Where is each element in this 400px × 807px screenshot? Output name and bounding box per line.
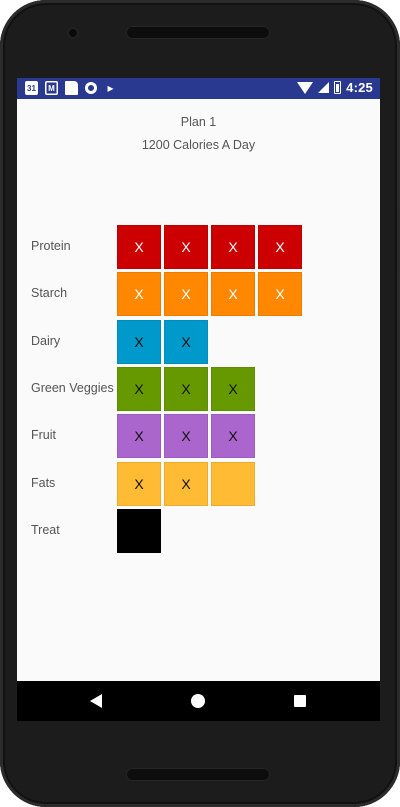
front-camera xyxy=(67,27,79,39)
serving-cells: XX xyxy=(117,461,255,506)
food-group-row: Fats X X xyxy=(17,461,380,509)
serving-cell[interactable]: X xyxy=(164,319,208,364)
serving-cell[interactable]: X xyxy=(117,366,161,411)
serving-cell[interactable]: X xyxy=(164,461,208,506)
serving-cell[interactable]: X xyxy=(211,366,255,411)
serving-cells: XXX xyxy=(117,366,255,411)
screen: 31 M ▸ 4:25 Plan 1 1200 Calories A Day P… xyxy=(17,78,380,721)
status-bar: 31 M ▸ 4:25 xyxy=(17,78,380,99)
serving-cell[interactable]: X xyxy=(211,414,255,459)
recents-icon[interactable] xyxy=(294,695,306,707)
gmail-icon: M xyxy=(45,81,58,95)
food-group-label: Protein xyxy=(31,239,71,253)
food-group-row: Dairy X X xyxy=(17,319,380,367)
home-icon[interactable] xyxy=(191,694,205,708)
serving-cells: XX xyxy=(117,319,208,364)
food-group-label: Treat xyxy=(31,522,60,537)
navigation-bar xyxy=(17,681,380,721)
serving-cells: XXXX xyxy=(117,272,302,317)
serving-cell[interactable]: X xyxy=(211,272,255,317)
food-group-label: Fats xyxy=(31,475,56,490)
serving-cell[interactable]: X xyxy=(117,319,161,364)
serving-cells: XXX xyxy=(117,414,255,459)
sd-card-icon xyxy=(65,81,78,95)
signal-icon xyxy=(318,82,330,93)
serving-cell[interactable]: X xyxy=(117,414,161,459)
food-group-row: Fruit X X X xyxy=(17,414,380,461)
plan-subtitle: 1200 Calories A Day xyxy=(141,138,256,152)
serving-cell[interactable]: X xyxy=(211,225,255,269)
food-group-row: Starch X X X X xyxy=(17,272,380,319)
circle-notification-icon xyxy=(85,82,97,94)
food-group-label: Dairy xyxy=(31,333,61,348)
serving-cell[interactable]: X xyxy=(164,366,208,411)
food-group-label: Fruit xyxy=(31,428,56,443)
calendar-icon: 31 xyxy=(25,81,38,95)
wifi-icon xyxy=(297,81,314,94)
serving-cell[interactable]: X xyxy=(117,225,161,269)
serving-cell[interactable]: X xyxy=(258,272,302,317)
food-group-row: Green Veggies X X X xyxy=(17,366,380,414)
plan-title: Plan 1 xyxy=(180,115,217,129)
food-group-label: Green Veggies xyxy=(31,380,114,395)
food-group-row: Treat xyxy=(17,508,380,556)
battery-icon xyxy=(334,81,342,94)
bottom-speaker xyxy=(126,768,270,781)
serving-cells: XXXX xyxy=(117,225,302,269)
serving-cell[interactable]: X xyxy=(258,225,302,269)
food-group-label: Starch xyxy=(31,286,68,301)
serving-cell[interactable]: X xyxy=(117,461,161,506)
food-group-row: Protein X X X X xyxy=(17,225,380,272)
serving-cell[interactable]: X xyxy=(164,414,208,459)
serving-cell[interactable] xyxy=(117,508,161,553)
serving-cell[interactable]: X xyxy=(164,225,208,269)
serving-cell[interactable]: X xyxy=(164,272,208,317)
top-speaker xyxy=(126,26,270,39)
back-icon[interactable] xyxy=(90,694,102,708)
serving-cell[interactable]: X xyxy=(117,272,161,317)
play-store-icon: ▸ xyxy=(107,81,114,95)
serving-cells xyxy=(117,508,161,553)
status-time: 4:25 xyxy=(346,80,373,95)
serving-cell[interactable] xyxy=(211,461,255,506)
